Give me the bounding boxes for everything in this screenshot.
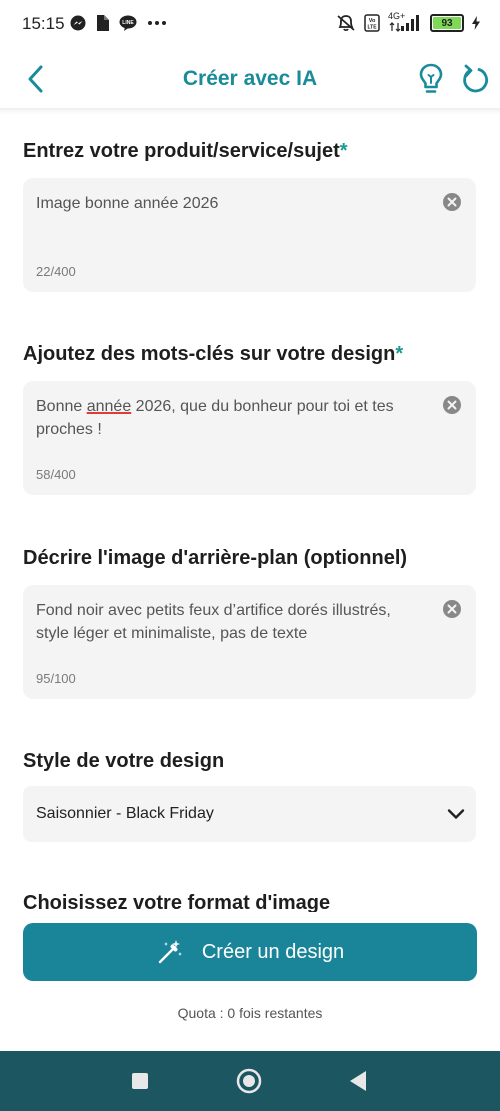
refresh-icon[interactable] — [460, 63, 490, 95]
silent-mode-icon — [336, 14, 356, 32]
product-input[interactable]: Image bonne année 2026 22/400 — [23, 178, 476, 292]
keywords-input[interactable]: Bonne année 2026, que du bonheur pour to… — [23, 381, 476, 495]
network-indicator: 4G+ — [388, 11, 422, 32]
style-label: Style de votre design — [23, 750, 225, 772]
product-input-value: Image bonne année 2026 — [36, 195, 219, 212]
product-label: Entrez votre produit/service/sujet* — [23, 140, 348, 162]
spellcheck-word: année — [86, 398, 132, 415]
back-nav-icon[interactable] — [348, 1070, 368, 1092]
style-dropdown[interactable]: Saisonnier - Black Friday — [23, 786, 476, 842]
clear-keywords-icon[interactable] — [442, 395, 462, 415]
messenger-icon — [70, 15, 86, 31]
clear-product-icon[interactable] — [442, 192, 462, 212]
magic-wand-icon — [158, 940, 182, 964]
status-time: 15:15 — [22, 14, 65, 33]
format-label: Choisissez votre format d'image — [23, 892, 331, 912]
svg-text:LINE: LINE — [122, 20, 134, 26]
quota-text: Quota : 0 fois restantes — [177, 1005, 323, 1021]
required-mark: * — [395, 343, 404, 365]
header-divider — [0, 108, 500, 114]
volte-icon: Vo LTE — [364, 14, 380, 32]
keywords-label: Ajoutez des mots-clés sur votre design* — [23, 343, 404, 365]
background-input-value: Fond noir avec petits feux d’artifice do… — [36, 602, 391, 642]
recent-apps-icon[interactable] — [131, 1072, 149, 1090]
system-nav-bar — [0, 1051, 500, 1111]
keywords-input-value: Bonne année 2026, que du bonheur pour to… — [36, 398, 394, 438]
network-type: 4G+ — [388, 11, 406, 21]
svg-text:Vo: Vo — [369, 18, 376, 24]
battery-icon: 93 — [430, 14, 464, 32]
system-icons: Vo LTE 4G+ 93 — [336, 11, 480, 32]
create-design-button[interactable]: Créer un design — [23, 923, 477, 981]
status-bar: 15:15 LINE Vo LTE 4G+ 93 — [0, 0, 500, 50]
background-label: Décrire l'image d'arrière-plan (optionne… — [23, 547, 408, 569]
create-design-label: Créer un design — [201, 940, 345, 963]
more-notifications-icon — [147, 20, 167, 26]
svg-text:LTE: LTE — [367, 25, 377, 31]
home-icon[interactable] — [236, 1068, 262, 1094]
app-header: Créer avec IA — [0, 50, 500, 108]
background-input[interactable]: Fond noir avec petits feux d’artifice do… — [23, 585, 476, 699]
keywords-char-counter: 58/400 — [36, 467, 76, 482]
style-selected-value: Saisonnier - Black Friday — [36, 805, 214, 822]
notification-icons: LINE — [70, 15, 167, 31]
product-char-counter: 22/400 — [36, 264, 76, 279]
document-icon — [96, 15, 109, 31]
clear-background-icon[interactable] — [442, 599, 462, 619]
lightbulb-icon[interactable] — [416, 62, 446, 96]
battery-level: 93 — [441, 17, 453, 29]
line-app-icon: LINE — [119, 15, 137, 31]
background-char-counter: 95/100 — [36, 671, 76, 686]
chevron-down-icon — [447, 809, 465, 819]
required-mark: * — [339, 140, 348, 162]
charging-icon — [472, 16, 480, 30]
